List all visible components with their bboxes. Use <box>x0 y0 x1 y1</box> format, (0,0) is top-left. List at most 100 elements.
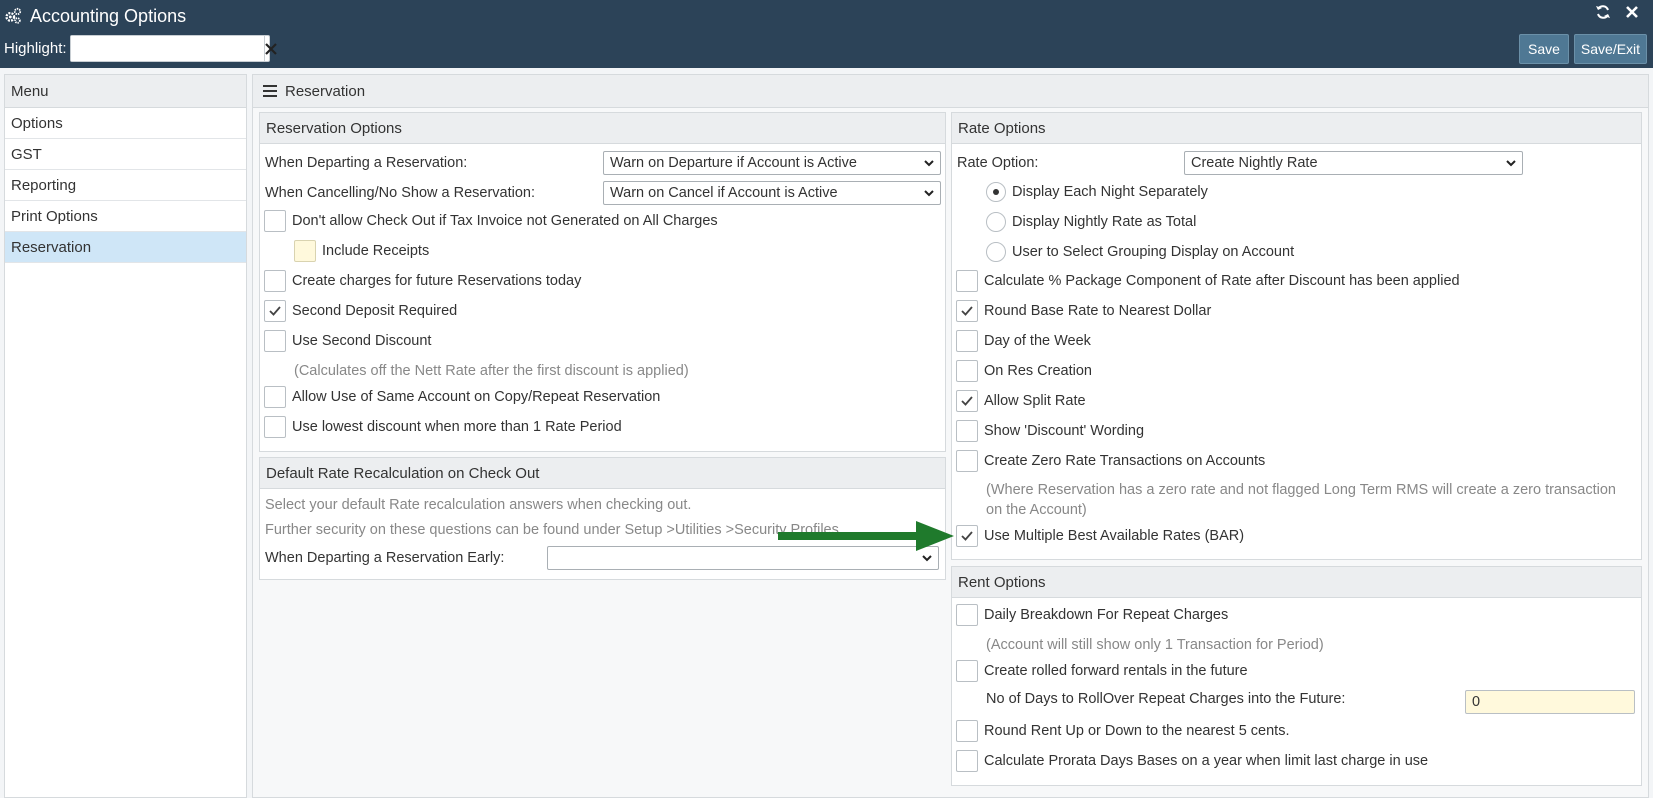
option-label: Allow Split Rate <box>984 393 1086 409</box>
zero-rate-note-line-2: on the Account) <box>986 502 1087 518</box>
menu-item-reservation[interactable]: Reservation <box>5 232 246 263</box>
prorata-days-option: Calculate Prorata Days Bases on a year w… <box>956 750 1428 772</box>
hamburger-icon[interactable] <box>263 85 277 97</box>
refresh-icon[interactable] <box>1595 4 1611 20</box>
lowest-discount-option: Use lowest discount when more than 1 Rat… <box>264 416 622 438</box>
zero-rate-note-line-1: (Where Reservation has a zero rate and n… <box>986 482 1616 498</box>
multiple-bar-checkbox[interactable] <box>956 525 978 547</box>
rate-option-value: Create Nightly Rate <box>1191 155 1318 171</box>
close-icon[interactable] <box>1625 5 1639 19</box>
chevron-down-icon <box>922 554 932 561</box>
future-charges-option: Create charges for future Reservations t… <box>264 270 581 292</box>
daily-breakdown-option: Daily Breakdown For Repeat Charges <box>956 604 1228 626</box>
same-account-option: Allow Use of Same Account on Copy/Repeat… <box>264 386 660 408</box>
default-rate-section: Default Rate Recalculation on Check Out … <box>259 457 946 580</box>
default-rate-title: Default Rate Recalculation on Check Out <box>260 458 945 489</box>
on-res-creation-option: On Res Creation <box>956 360 1092 382</box>
prorata-days-checkbox[interactable] <box>956 750 978 772</box>
package-component-option: Calculate % Package Component of Rate af… <box>956 270 1460 292</box>
option-label: Day of the Week <box>984 333 1091 349</box>
clear-icon <box>265 42 277 55</box>
chevron-down-icon <box>1506 159 1516 166</box>
discount-wording-checkbox[interactable] <box>956 420 978 442</box>
display-each-night-radio[interactable] <box>986 182 1006 202</box>
rate-option-label: Rate Option: <box>957 155 1039 171</box>
round-rent-checkbox[interactable] <box>956 720 978 742</box>
checkmark-icon <box>961 531 973 541</box>
rent-options-section: Rent Options Daily Breakdown For Repeat … <box>951 566 1642 786</box>
second-deposit-checkbox[interactable] <box>264 300 286 322</box>
window-title: Accounting Options <box>30 5 187 26</box>
package-component-checkbox[interactable] <box>956 270 978 292</box>
cancelling-select[interactable]: Warn on Cancel if Account is Active <box>603 181 941 205</box>
lowest-discount-checkbox[interactable] <box>264 416 286 438</box>
menu-item-reporting[interactable]: Reporting <box>5 170 246 201</box>
include-receipts-option: Include Receipts <box>294 240 429 262</box>
second-discount-note: (Calculates off the Nett Rate after the … <box>294 363 689 379</box>
no-checkout-tax-invoice-checkbox[interactable] <box>264 210 286 232</box>
menu-item-print-options[interactable]: Print Options <box>5 201 246 232</box>
user-grouping-display-radio[interactable] <box>986 242 1006 262</box>
menu-item-options[interactable]: Options <box>5 108 246 139</box>
display-each-night-option: Display Each Night Separately <box>986 182 1208 202</box>
breakdown-note: (Account will still show only 1 Transact… <box>986 637 1324 653</box>
option-label: Allow Use of Same Account on Copy/Repeat… <box>292 389 661 405</box>
cancelling-label: When Cancelling/No Show a Reservation: <box>265 185 535 201</box>
include-receipts-checkbox[interactable] <box>294 240 316 262</box>
no-checkout-tax-invoice-option: Don't allow Check Out if Tax Invoice not… <box>264 210 718 232</box>
option-label: Display Each Night Separately <box>1012 184 1208 200</box>
discount-wording-option: Show 'Discount' Wording <box>956 420 1144 442</box>
option-label: Don't allow Check Out if Tax Invoice not… <box>292 213 718 229</box>
same-account-checkbox[interactable] <box>264 386 286 408</box>
default-rate-note-1: Select your default Rate recalculation a… <box>265 497 692 513</box>
zero-rate-transactions-checkbox[interactable] <box>956 450 978 472</box>
option-label: Include Receipts <box>322 243 430 259</box>
daily-breakdown-checkbox[interactable] <box>956 604 978 626</box>
option-label: User to Select Grouping Display on Accou… <box>1012 244 1295 260</box>
option-label: Use lowest discount when more than 1 Rat… <box>292 419 622 435</box>
display-nightly-total-radio[interactable] <box>986 212 1006 232</box>
second-discount-checkbox[interactable] <box>264 330 286 352</box>
chevron-down-icon <box>924 189 934 196</box>
checkmark-icon <box>961 306 973 316</box>
future-charges-checkbox[interactable] <box>264 270 286 292</box>
option-label: Display Nightly Rate as Total <box>1012 214 1197 230</box>
rolled-forward-checkbox[interactable] <box>956 660 978 682</box>
chevron-down-icon <box>924 159 934 166</box>
allow-split-rate-option: Allow Split Rate <box>956 390 1086 412</box>
default-rate-note-2: Further security on these questions can … <box>265 522 839 538</box>
menu-panel: Menu Options GST Reporting Print Options… <box>4 74 247 798</box>
option-label: Use Multiple Best Available Rates (BAR) <box>984 528 1245 544</box>
rolled-forward-option: Create rolled forward rentals in the fut… <box>956 660 1248 682</box>
highlight-input[interactable] <box>71 36 264 61</box>
day-of-week-checkbox[interactable] <box>956 330 978 352</box>
option-label: Use Second Discount <box>292 333 432 349</box>
option-label: Round Base Rate to Nearest Dollar <box>984 303 1212 319</box>
departing-select[interactable]: Warn on Departure if Account is Active <box>603 151 941 175</box>
menu-item-gst[interactable]: GST <box>5 139 246 170</box>
reservation-options-title: Reservation Options <box>260 113 945 144</box>
rollover-days-label: No of Days to RollOver Repeat Charges in… <box>986 691 1346 707</box>
round-base-rate-checkbox[interactable] <box>956 300 978 322</box>
rate-option-select[interactable]: Create Nightly Rate <box>1184 151 1523 175</box>
clear-highlight-button[interactable] <box>264 36 277 61</box>
round-base-rate-option: Round Base Rate to Nearest Dollar <box>956 300 1211 322</box>
user-grouping-display-option: User to Select Grouping Display on Accou… <box>986 242 1294 262</box>
title-bar: Accounting Options Highlight: Save Save/… <box>0 0 1653 68</box>
option-label: Show 'Discount' Wording <box>984 423 1145 439</box>
checkmark-icon <box>269 306 281 316</box>
option-label: Round Rent Up or Down to the nearest 5 c… <box>984 723 1290 739</box>
allow-split-rate-checkbox[interactable] <box>956 390 978 412</box>
second-discount-option: Use Second Discount <box>264 330 431 352</box>
save-button[interactable]: Save <box>1519 34 1569 64</box>
annotation-arrow-icon <box>778 521 954 551</box>
rent-options-title: Rent Options <box>952 567 1641 598</box>
save-exit-button[interactable]: Save/Exit <box>1574 34 1647 64</box>
option-label: Calculate Prorata Days Bases on a year w… <box>984 753 1429 769</box>
day-of-week-option: Day of the Week <box>956 330 1091 352</box>
reservation-options-section: Reservation Options When Departing a Res… <box>259 112 946 452</box>
option-label: On Res Creation <box>984 363 1092 379</box>
rollover-days-input[interactable]: 0 <box>1465 690 1635 714</box>
departing-early-label: When Departing a Reservation Early: <box>265 550 505 566</box>
on-res-creation-checkbox[interactable] <box>956 360 978 382</box>
